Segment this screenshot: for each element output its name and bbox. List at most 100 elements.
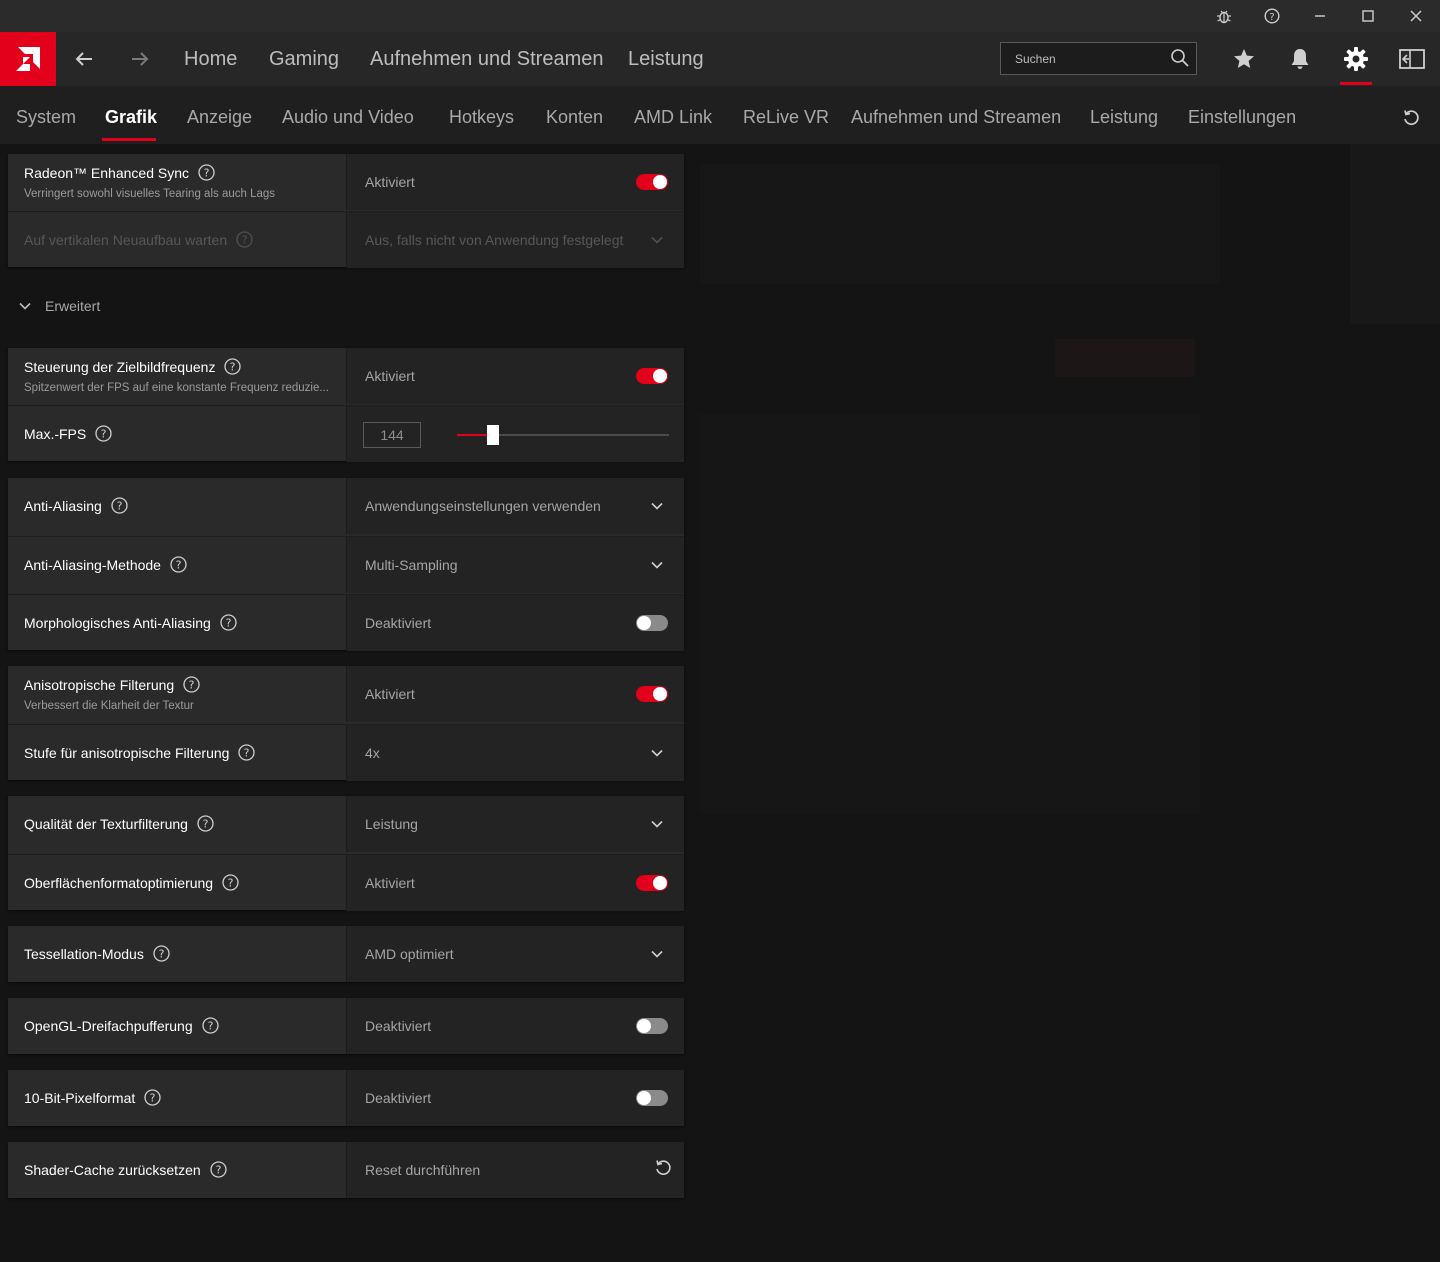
- tab-preferences[interactable]: Einstellungen: [1188, 107, 1296, 128]
- active-tab-indicator: [102, 138, 156, 141]
- setting-value-text: Anwendungseinstellungen verwenden: [365, 498, 601, 514]
- texture-quality-dropdown[interactable]: Leistung: [346, 796, 684, 852]
- mlaa-toggle[interactable]: [636, 615, 668, 631]
- search-icon[interactable]: [1170, 48, 1190, 68]
- help-icon[interactable]: ?: [210, 1161, 227, 1178]
- nav-gaming[interactable]: Gaming: [269, 48, 339, 71]
- svg-text:?: ?: [244, 747, 250, 760]
- help-icon[interactable]: ?: [236, 231, 253, 248]
- sidebar-toggle-button[interactable]: [1384, 32, 1440, 86]
- max-fps-input[interactable]: 144: [363, 422, 421, 448]
- maximize-button[interactable]: [1344, 0, 1392, 32]
- back-button[interactable]: [56, 32, 112, 86]
- minimize-button[interactable]: [1296, 0, 1344, 32]
- tab-display[interactable]: Anzeige: [187, 107, 252, 128]
- notifications-button[interactable]: [1272, 32, 1328, 86]
- chevron-down-icon: [651, 561, 663, 569]
- setting-title: Shader-Cache zurücksetzen ?: [24, 1161, 227, 1178]
- setting-value-text: Reset durchführen: [365, 1162, 481, 1178]
- sub-navigation: System Grafik Anzeige Audio und Video Ho…: [0, 86, 1440, 144]
- setting-title: Anti-Aliasing-Methode ?: [24, 556, 187, 573]
- background-decoration: [1350, 144, 1440, 324]
- anti-aliasing-card: Anti-Aliasing ? Anwendungseinstellungen …: [8, 478, 684, 651]
- nav-home[interactable]: Home: [184, 48, 237, 71]
- tab-performance[interactable]: Leistung: [1090, 107, 1158, 128]
- nav-recording-streaming[interactable]: Aufnehmen und Streamen: [370, 48, 604, 71]
- aa-method-dropdown[interactable]: Multi-Sampling: [346, 537, 684, 593]
- reset-all-button[interactable]: [1396, 106, 1426, 130]
- close-button[interactable]: [1392, 0, 1440, 32]
- tab-hotkeys[interactable]: Hotkeys: [449, 107, 514, 128]
- setting-row-texture-quality: Qualität der Texturfilterung ? Leistung: [8, 796, 684, 852]
- setting-value-text: Aktiviert: [365, 686, 415, 702]
- help-icon[interactable]: ?: [238, 744, 256, 761]
- shader-cache-reset-button[interactable]: Reset durchführen: [346, 1142, 684, 1198]
- ten-bit-toggle[interactable]: [636, 1090, 668, 1106]
- help-icon[interactable]: ?: [197, 815, 214, 832]
- help-icon[interactable]: ?: [198, 164, 215, 181]
- max-fps-slider[interactable]: [457, 425, 669, 445]
- setting-label: Max.-FPS ?: [8, 406, 346, 462]
- help-icon[interactable]: ?: [183, 676, 200, 693]
- svg-text:?: ?: [228, 877, 234, 890]
- setting-title: Oberflächenformatoptimierung ?: [24, 874, 239, 891]
- setting-description: Spitzenwert der FPS auf eine konstante F…: [24, 382, 329, 394]
- setting-value-text: Deaktiviert: [365, 1018, 432, 1034]
- frtc-card: Steuerung der Zielbildfrequenz ? Spitzen…: [8, 348, 684, 462]
- favorites-button[interactable]: [1216, 32, 1272, 86]
- tab-recording-streaming[interactable]: Aufnehmen und Streamen: [851, 107, 1061, 128]
- opengl-triple-toggle[interactable]: [636, 1018, 668, 1034]
- search-box: [1000, 42, 1197, 75]
- help-button[interactable]: ?: [1248, 0, 1296, 32]
- setting-value-text: Aus, falls nicht von Anwendung festgeleg…: [365, 232, 624, 248]
- settings-button[interactable]: [1328, 32, 1384, 86]
- tab-amd-link[interactable]: AMD Link: [634, 107, 712, 128]
- help-icon: ?: [1264, 8, 1280, 24]
- help-icon[interactable]: ?: [153, 945, 170, 962]
- amd-logo[interactable]: [0, 32, 56, 86]
- tessellation-card: Tessellation-Modus ? AMD optimiert: [8, 926, 684, 982]
- aniso-toggle[interactable]: [636, 686, 668, 702]
- setting-title: OpenGL-Dreifachpufferung ?: [24, 1017, 219, 1034]
- help-icon[interactable]: ?: [220, 614, 237, 631]
- help-icon[interactable]: ?: [170, 556, 187, 573]
- help-icon[interactable]: ?: [201, 1017, 219, 1034]
- setting-row-enhanced-sync: Radeon™ Enhanced Sync ? Verringert sowoh…: [8, 154, 684, 210]
- setting-label: OpenGL-Dreifachpufferung ?: [8, 998, 346, 1054]
- surface-opt-toggle[interactable]: [636, 875, 668, 891]
- chevron-down-icon: [651, 749, 663, 757]
- nav-performance[interactable]: Leistung: [628, 48, 704, 71]
- tab-accounts[interactable]: Konten: [546, 107, 603, 128]
- tab-graphics[interactable]: Grafik: [105, 107, 157, 128]
- enhanced-sync-toggle[interactable]: [636, 174, 668, 190]
- graphics-settings-content: Radeon™ Enhanced Sync ? Verringert sowoh…: [0, 144, 1440, 1262]
- background-decoration: [700, 414, 1200, 814]
- tab-audio-video[interactable]: Audio und Video: [282, 107, 414, 128]
- close-icon: [1410, 10, 1422, 22]
- forward-button[interactable]: [112, 32, 168, 86]
- aniso-level-dropdown[interactable]: 4x: [346, 725, 684, 781]
- bug-report-button[interactable]: [1200, 0, 1248, 32]
- tessellation-dropdown[interactable]: AMD optimiert: [346, 926, 684, 982]
- help-icon[interactable]: ?: [224, 358, 242, 375]
- anti-aliasing-dropdown[interactable]: Anwendungseinstellungen verwenden: [346, 478, 684, 534]
- search-input[interactable]: [1001, 43, 1161, 74]
- maximize-icon: [1362, 10, 1374, 22]
- chevron-down-icon: [651, 820, 663, 828]
- help-icon[interactable]: ?: [222, 874, 239, 891]
- slider-handle[interactable]: [487, 425, 499, 445]
- help-icon[interactable]: ?: [95, 425, 112, 442]
- setting-value-text: Multi-Sampling: [365, 557, 458, 573]
- chevron-down-icon: [651, 502, 663, 510]
- help-icon[interactable]: ?: [111, 497, 128, 514]
- background-decoration: [700, 164, 1220, 284]
- chevron-down-icon[interactable]: [650, 233, 664, 247]
- frtc-toggle[interactable]: [636, 368, 668, 384]
- tab-system[interactable]: System: [16, 107, 76, 128]
- setting-title: Tessellation-Modus ?: [24, 945, 170, 962]
- toggle-knob: [653, 175, 667, 189]
- help-icon[interactable]: ?: [144, 1089, 161, 1106]
- setting-label: Steuerung der Zielbildfrequenz ? Spitzen…: [8, 348, 346, 404]
- advanced-section-toggle[interactable]: Erweitert: [18, 298, 100, 314]
- tab-relive-vr[interactable]: ReLive VR: [743, 107, 829, 128]
